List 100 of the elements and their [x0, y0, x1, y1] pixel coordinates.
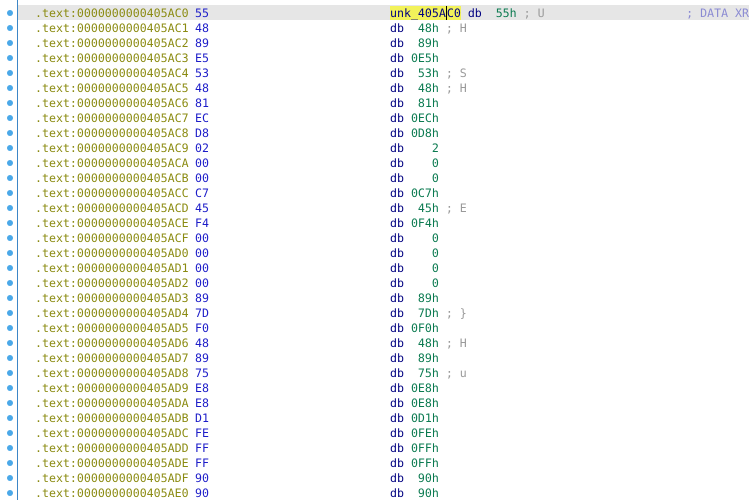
marker-dot — [7, 70, 13, 76]
byte-text: E5 — [195, 50, 209, 64]
listing-row[interactable]: .text:0000000000405AC4 53 db 53h ; S — [18, 65, 749, 80]
value-text: 53h — [416, 66, 439, 80]
address-text: .text:0000000000405ACC — [35, 186, 190, 200]
value-text: 0E8h — [410, 380, 439, 394]
comment-text: ; } — [446, 306, 467, 320]
byte-text: FF — [195, 456, 209, 470]
comment-text: ; U — [524, 6, 545, 20]
selected-listing-row[interactable]: .text:0000000000405AC0 55 unk_405AC0 db 55h ; U ; DATA XR — [18, 5, 749, 20]
listing-row[interactable]: .text:0000000000405ADE FF db 0FFh — [18, 455, 749, 470]
listing-row[interactable]: .text:0000000000405AD4 7D db 7Dh ; } — [18, 305, 749, 320]
marker-dot — [7, 400, 13, 406]
listing-row[interactable]: .text:0000000000405ACC C7 db 0C7h — [18, 185, 749, 200]
directive-text: db — [390, 396, 404, 410]
value-text: 48h — [416, 336, 439, 350]
directive-text: db — [390, 440, 404, 454]
address-text: .text:0000000000405ACE — [35, 216, 190, 230]
address-text: .text:0000000000405AC9 — [35, 140, 190, 154]
address-text: .text:0000000000405AD1 — [35, 260, 190, 274]
value-text: 0F4h — [410, 216, 439, 230]
byte-text: 7D — [195, 306, 209, 320]
byte-text: 48 — [195, 336, 209, 350]
marker-dot — [7, 130, 13, 136]
address-text: .text:0000000000405ADE — [35, 456, 190, 470]
directive-text: db — [390, 96, 404, 110]
byte-text: E8 — [195, 380, 209, 394]
byte-text: FE — [195, 426, 209, 440]
listing-row[interactable]: .text:0000000000405AC5 48 db 48h ; H — [18, 80, 749, 95]
listing-row[interactable]: .text:0000000000405AC3 E5 db 0E5h — [18, 50, 749, 65]
listing-row[interactable]: .text:0000000000405ADD FF db 0FFh — [18, 440, 749, 455]
listing-row[interactable]: .text:0000000000405AC8 D8 db 0D8h — [18, 125, 749, 140]
byte-text: 90 — [195, 470, 209, 484]
value-text: 0 — [430, 170, 439, 184]
marker-dot — [7, 190, 13, 196]
marker-dot — [7, 310, 13, 316]
byte-text: 00 — [195, 170, 209, 184]
address-text: .text:0000000000405ADB — [35, 410, 190, 424]
value-text: 81h — [416, 96, 439, 110]
marker-dot — [7, 294, 13, 300]
directive-text: db — [468, 6, 482, 20]
marker-dot — [7, 370, 13, 376]
address-text: .text:0000000000405AD9 — [35, 380, 190, 394]
address-text: .text:0000000000405AC2 — [35, 36, 190, 50]
value-text: 0 — [430, 276, 439, 290]
listing-row[interactable]: .text:0000000000405AD2 00 db 0 — [18, 275, 749, 290]
marker-dot — [7, 54, 13, 60]
listing-row[interactable]: .text:0000000000405ACE F4 db 0F4h — [18, 215, 749, 230]
listing-row[interactable]: .text:0000000000405ACF 00 db 0 — [18, 230, 749, 245]
value-text: 0 — [430, 156, 439, 170]
marker-dot — [7, 24, 13, 30]
directive-text: db — [390, 410, 404, 424]
listing-row[interactable]: .text:0000000000405AC1 48 db 48h ; H — [18, 20, 749, 35]
address-text: .text:0000000000405ACF — [35, 230, 190, 244]
byte-text: 90 — [195, 486, 209, 500]
byte-text: 45 — [195, 200, 209, 214]
directive-text: db — [390, 126, 404, 140]
value-text: 0D8h — [410, 126, 439, 140]
listing-row[interactable]: .text:0000000000405ADC FE db 0FEh — [18, 425, 749, 440]
comment-text: ; u — [446, 366, 467, 380]
listing-row[interactable]: .text:0000000000405AD1 00 db 0 — [18, 260, 749, 275]
marker-dot — [7, 280, 13, 286]
value-text: 2 — [430, 140, 439, 154]
byte-text: FF — [195, 440, 209, 454]
listing-row[interactable]: .text:0000000000405AC9 02 db 2 — [18, 140, 749, 155]
address-text: .text:0000000000405ADA — [35, 396, 190, 410]
marker-dot — [7, 264, 13, 270]
byte-text: 81 — [195, 96, 209, 110]
listing-row[interactable]: .text:0000000000405AD8 75 db 75h ; u — [18, 365, 749, 380]
address-text: .text:0000000000405AC0 — [35, 6, 190, 20]
listing-row[interactable]: .text:0000000000405AC6 81 db 81h — [18, 95, 749, 110]
listing-row[interactable]: .text:0000000000405ACD 45 db 45h ; E — [18, 200, 749, 215]
xref-comment: ; DATA XR — [686, 6, 749, 20]
listing-row[interactable]: .text:0000000000405ADB D1 db 0D1h — [18, 410, 749, 425]
listing-row[interactable]: .text:0000000000405AD7 89 db 89h — [18, 350, 749, 365]
directive-text: db — [390, 66, 404, 80]
listing-row[interactable]: .text:0000000000405ACB 00 db 0 — [18, 170, 749, 185]
directive-text: db — [390, 260, 404, 274]
value-text: 0E8h — [410, 396, 439, 410]
listing-row[interactable]: .text:0000000000405ACA 00 db 0 — [18, 155, 749, 170]
marker-dot — [7, 490, 13, 496]
marker-dot — [7, 204, 13, 210]
directive-text: db — [390, 426, 404, 440]
listing-row[interactable]: .text:0000000000405AD6 48 db 48h ; H — [18, 335, 749, 350]
listing-row[interactable]: .text:0000000000405AD0 00 db 0 — [18, 245, 749, 260]
listing-row[interactable]: .text:0000000000405AC2 89 db 89h — [18, 35, 749, 50]
comment-text: ; H — [446, 20, 467, 34]
value-text: 48h — [416, 20, 439, 34]
listing-row[interactable]: .text:0000000000405AD9 E8 db 0E8h — [18, 380, 749, 395]
address-text: .text:0000000000405ACB — [35, 170, 190, 184]
marker-dot — [7, 414, 13, 420]
listing-row[interactable]: .text:0000000000405AC7 EC db 0ECh — [18, 110, 749, 125]
label-name[interactable]: unk_405AC0 — [390, 6, 461, 20]
listing-row[interactable]: .text:0000000000405ADA E8 db 0E8h — [18, 395, 749, 410]
directive-text: db — [390, 230, 404, 244]
address-text: .text:0000000000405AC8 — [35, 126, 190, 140]
listing-row[interactable]: .text:0000000000405AE0 90 db 90h — [18, 485, 749, 500]
listing-row[interactable]: .text:0000000000405AD5 F0 db 0F0h — [18, 320, 749, 335]
listing-row[interactable]: .text:0000000000405ADF 90 db 90h — [18, 470, 749, 485]
listing-row[interactable]: .text:0000000000405AD3 89 db 89h — [18, 290, 749, 305]
